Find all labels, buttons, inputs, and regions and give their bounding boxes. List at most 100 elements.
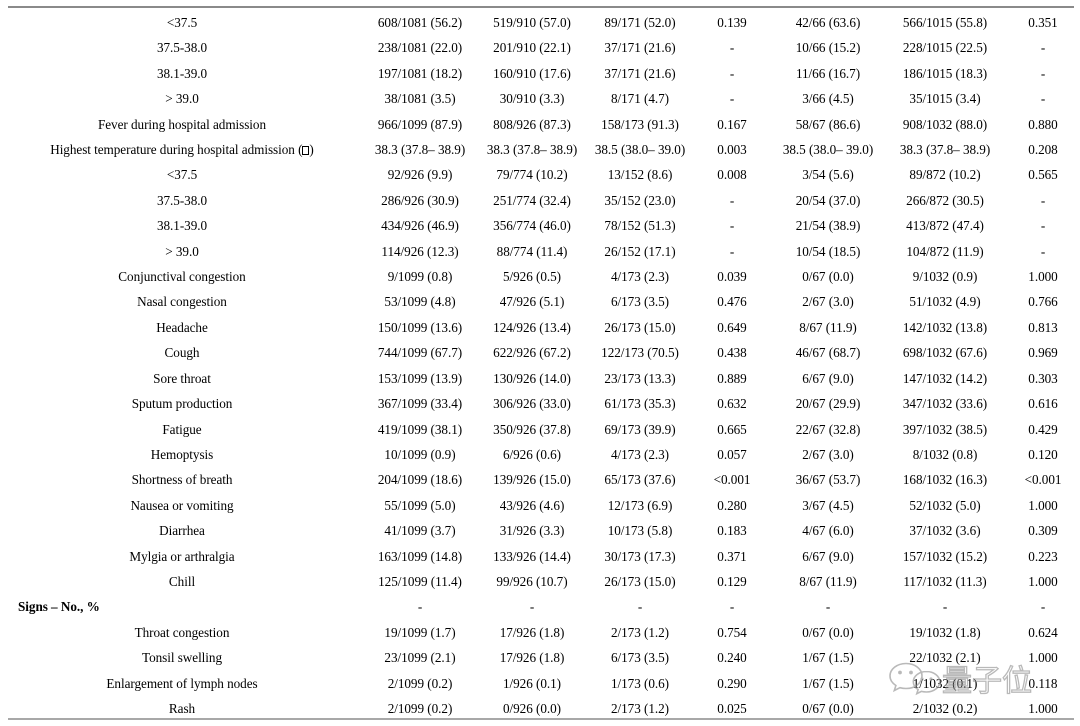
table-bottom-rule (8, 718, 1074, 720)
row-label: Signs – No., % (18, 599, 100, 615)
cell-endpoint: 1/67 (1.5) (802, 675, 854, 691)
cell-severe: 37/171 (21.6) (604, 65, 676, 81)
row-label: Cough (164, 345, 200, 361)
table-page: <37.5 608/1081 (56.2) 519/910 (57.0) 89/171… (0, 0, 1080, 726)
row-label: Sputum production (131, 396, 233, 412)
cell-total: 2/1099 (0.2) (387, 675, 453, 691)
cell-total: 238/1081 (22.0) (377, 40, 463, 56)
cell-no-endpoint: 104/872 (11.9) (906, 243, 984, 259)
cell-no-endpoint: 228/1015 (22.5) (902, 40, 988, 56)
cell-p-value-1: 0.290 (717, 675, 747, 691)
cell-no-endpoint: 908/1032 (88.0) (902, 116, 988, 132)
table-row: <37.5 92/926 (9.9) 79/774 (10.2) 13/152 (8.… (0, 162, 1080, 187)
cell-p-value-1: <0.001 (713, 472, 751, 488)
cell-non-severe: 17/926 (1.8) (499, 650, 565, 666)
cell-total: 10/1099 (0.9) (384, 446, 456, 462)
cell-no-endpoint: 566/1015 (55.8) (902, 15, 988, 30)
cell-severe: 38.5 (38.0– 39.0) (594, 142, 686, 158)
cell-endpoint: 38.5 (38.0– 39.0) (782, 142, 874, 158)
cell-non-severe: 1/926 (0.1) (502, 675, 562, 691)
cell-non-severe: 808/926 (87.3) (493, 116, 571, 132)
cell-endpoint: 8/67 (11.9) (799, 319, 857, 335)
row-label: 38.1-39.0 (156, 218, 208, 234)
cell-p-value-2: 0.303 (1028, 370, 1058, 386)
table-row: > 39.0 114/926 (12.3) 88/774 (11.4) 26/152 … (0, 239, 1080, 264)
cell-no-endpoint: 347/1032 (33.6) (902, 396, 988, 412)
cell-p-value-1: 0.003 (717, 142, 747, 158)
cell-p-value-1: - (729, 65, 735, 81)
cell-non-severe: 139/926 (15.0) (493, 472, 571, 488)
row-label: Fatigue (162, 421, 202, 437)
cell-no-endpoint: 52/1032 (5.0) (909, 497, 981, 513)
table-row: 38.1-39.0 434/926 (46.9) 356/774 (46.0) 78/… (0, 213, 1080, 238)
table-body: <37.5 608/1081 (56.2) 519/910 (57.0) 89/171… (0, 10, 1080, 721)
cell-p-value-1: - (729, 40, 735, 56)
cell-severe: 158/173 (91.3) (601, 116, 679, 132)
cell-severe: 78/152 (51.3) (604, 218, 676, 234)
cell-non-severe: 133/926 (14.4) (493, 548, 571, 564)
table-row: Tonsil swelling 23/1099 (2.1) 17/926 (1.8)… (0, 645, 1080, 670)
cell-no-endpoint: 117/1032 (11.3) (903, 573, 987, 589)
cell-endpoint: 20/54 (37.0) (795, 192, 861, 208)
cell-severe: 13/152 (8.6) (607, 167, 673, 183)
cell-non-severe: 88/774 (11.4) (496, 243, 568, 259)
cell-non-severe: 47/926 (5.1) (499, 294, 565, 310)
table-top-rule (8, 6, 1074, 8)
cell-total: 9/1099 (0.8) (387, 269, 453, 285)
cell-no-endpoint: 51/1032 (4.9) (909, 294, 981, 310)
cell-total: 434/926 (46.9) (381, 218, 459, 234)
cell-total: 966/1099 (87.9) (377, 116, 463, 132)
cell-no-endpoint: 186/1015 (18.3) (902, 65, 988, 81)
cell-p-value-1: 0.167 (717, 116, 747, 132)
cell-severe: 69/173 (39.9) (604, 421, 676, 437)
cell-total: 23/1099 (2.1) (384, 650, 456, 666)
cell-non-severe: 251/774 (32.4) (493, 192, 571, 208)
row-label: Nasal congestion (137, 294, 227, 310)
cell-severe: 65/173 (37.6) (604, 472, 676, 488)
row-label: <37.5 (166, 15, 198, 30)
cell-p-value-2: 1.000 (1028, 269, 1058, 285)
table-row: Conjunctival congestion 9/1099 (0.8) 5/926… (0, 264, 1080, 289)
cell-endpoint: 22/67 (32.8) (795, 421, 861, 437)
cell-total: 53/1099 (4.8) (384, 294, 456, 310)
cell-endpoint: 1/67 (1.5) (802, 650, 854, 666)
cell-non-severe: 350/926 (37.8) (493, 421, 571, 437)
cell-no-endpoint: 37/1032 (3.6) (909, 523, 981, 539)
cell-non-severe: 31/926 (3.3) (499, 523, 565, 539)
cell-no-endpoint: 397/1032 (38.5) (902, 421, 988, 437)
cell-p-value-1: 0.008 (717, 167, 747, 183)
cell-p-value-2: 0.766 (1028, 294, 1058, 310)
cell-severe: 122/173 (70.5) (601, 345, 679, 361)
cell-endpoint: 11/66 (16.7) (795, 65, 861, 81)
row-label: Tonsil swelling (141, 650, 223, 666)
cell-total: 114/926 (12.3) (381, 243, 459, 259)
cell-severe: 61/173 (35.3) (604, 396, 676, 412)
table-row: Nasal congestion 53/1099 (4.8) 47/926 (5.1… (0, 289, 1080, 314)
cell-endpoint: 46/67 (68.7) (795, 345, 861, 361)
cell-endpoint: 2/67 (3.0) (802, 446, 854, 462)
row-label: > 39.0 (165, 243, 199, 259)
cell-total: - (417, 599, 423, 615)
row-label: Throat congestion (134, 624, 230, 640)
cell-p-value-2: 1.000 (1028, 497, 1058, 513)
cell-endpoint: - (825, 599, 831, 615)
table-row: Shortness of breath 204/1099 (18.6) 139/92… (0, 467, 1080, 492)
cell-non-severe: 160/910 (17.6) (493, 65, 571, 81)
cell-non-severe: 356/774 (46.0) (493, 218, 571, 234)
cell-p-value-1: 0.476 (717, 294, 747, 310)
cell-severe: 26/173 (15.0) (604, 319, 676, 335)
table-row: Diarrhea 41/1099 (3.7) 31/926 (3.3) 10/173 … (0, 518, 1080, 543)
row-label: Enlargement of lymph nodes (106, 675, 258, 691)
table-row: Signs – No., % - - - - - - - (0, 594, 1080, 619)
table-row: Chill 125/1099 (11.4) 99/926 (10.7) 26/173 … (0, 569, 1080, 594)
row-label: Mylgia or arthralgia (129, 548, 235, 564)
cell-total: 608/1081 (56.2) (377, 15, 463, 30)
table-row: Enlargement of lymph nodes 2/1099 (0.2) 1/… (0, 671, 1080, 696)
cell-non-severe: 201/910 (22.1) (493, 40, 571, 56)
row-label: Chill (168, 573, 196, 589)
table-row: Sore throat 153/1099 (13.9) 130/926 (14.0)… (0, 366, 1080, 391)
cell-no-endpoint: 157/1032 (15.2) (902, 548, 988, 564)
cell-severe: 26/152 (17.1) (604, 243, 676, 259)
cell-no-endpoint: - (942, 599, 948, 615)
cell-p-value-2: - (1040, 65, 1046, 81)
